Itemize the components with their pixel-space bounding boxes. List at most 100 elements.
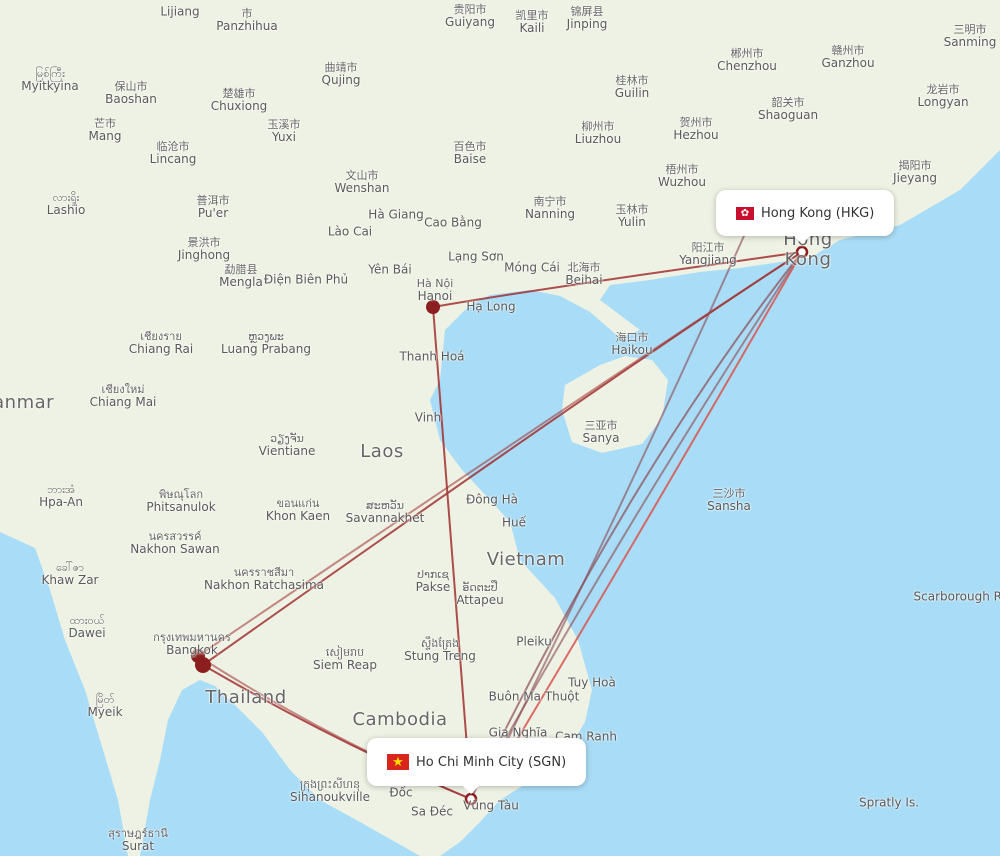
- flight-route[interactable]: [504, 251, 803, 761]
- place-label: Đốc: [389, 785, 413, 800]
- place-name: Hezhou: [673, 128, 719, 142]
- place-label: မြိတ် Myeik: [87, 693, 122, 719]
- origin-popup[interactable]: ✿ Hong Kong (HKG): [716, 190, 895, 244]
- place-name: Pu'er: [197, 206, 229, 220]
- place-label: ស្ទឹងត្រែង Stung Treng: [404, 637, 476, 663]
- place-label: 贵阳市 Guiyang: [445, 3, 495, 29]
- place-name: Nanning: [524, 207, 576, 221]
- place-name: Pakse: [415, 580, 451, 594]
- place-name: Vũng Tàu: [463, 798, 519, 813]
- place-name: Ganzhou: [821, 56, 875, 70]
- place-name: Sanya: [582, 431, 620, 445]
- place-label: Điện Biên Phủ: [264, 273, 348, 287]
- place-label: Pleiku: [516, 634, 552, 649]
- place-name: Dawei: [68, 626, 106, 640]
- place-name: Yangjiang: [679, 253, 737, 267]
- place-label: 龙岩市 Longyan: [917, 83, 968, 109]
- country-label: Thailand: [205, 687, 287, 708]
- place-name: Pleiku: [516, 634, 552, 649]
- place-name: Luang Prabang: [221, 342, 311, 356]
- place-label: ขอนแก่น Khon Kaen: [266, 497, 330, 523]
- place-label: 梧州市 Wuzhou: [658, 163, 706, 189]
- place-name: Vinh: [414, 410, 442, 425]
- place-name: Panzhihua: [216, 19, 278, 33]
- place-name: Myitkyina: [21, 79, 79, 93]
- place-name: Spratly Is.: [858, 795, 920, 810]
- place-name: Đông Hà: [465, 492, 519, 507]
- place-name: Khon Kaen: [265, 509, 331, 523]
- place-name: Longyan: [917, 95, 969, 109]
- hong-kong-flag-icon: ✿: [736, 206, 754, 220]
- place-label: ຫຼວງພະ Luang Prabang: [221, 330, 311, 356]
- place-label: พิษณุโลก Phitsanulok: [146, 488, 215, 514]
- place-name: Jieyang: [893, 171, 937, 185]
- place-name: Scarborough Reef: [913, 589, 1000, 604]
- place-name: Lijiang: [160, 4, 200, 19]
- place-name: Thanh Hoá: [399, 349, 465, 364]
- place-name: Chiang Rai: [128, 342, 194, 356]
- place-name: Baise: [453, 152, 487, 166]
- place-name: Cao Bằng: [424, 215, 482, 230]
- place-name: Savannakhet: [345, 511, 425, 525]
- place-name: Shaoguan: [757, 108, 819, 122]
- place-label: សៀមរាប Siem Reap: [313, 646, 377, 672]
- place-name: Nakhon Ratchasima: [204, 578, 324, 592]
- place-label: 三沙市 Sansha: [707, 487, 751, 513]
- place-name: Hà Giang: [368, 207, 424, 222]
- place-label: 楚雄市 Chuxiong: [211, 87, 268, 113]
- destination-popup[interactable]: ★ Ho Chi Minh City (SGN): [367, 738, 587, 794]
- place-name: Bangkok: [166, 643, 218, 657]
- origin-label: Hong Kong (HKG): [761, 205, 875, 221]
- place-name: Lincang: [149, 152, 197, 166]
- place-name: Siem Reap: [313, 658, 377, 672]
- place-label: 曲靖市 Qujing: [322, 61, 361, 87]
- place-name: Baoshan: [105, 92, 157, 106]
- place-label: 市 Panzhihua: [216, 7, 277, 33]
- place-label: ခေါ်ဇာ Khaw Zar: [42, 561, 99, 587]
- place-name: Yulin: [618, 215, 646, 229]
- place-label: ອັດຕະປື Attapeu: [456, 581, 503, 607]
- place-label: Scarborough Reef: [913, 589, 1000, 604]
- place-label: Hà Giang: [368, 207, 424, 222]
- place-label: ក្រុងព្រះសីហនុ Sihanoukville: [290, 778, 370, 804]
- place-label: ສະຫວັນ Savannakhet: [346, 499, 425, 525]
- country-label: Cambodia: [352, 709, 448, 730]
- place-label: ປາກເຊ Pakse: [416, 568, 451, 594]
- place-name: Lashio: [46, 203, 86, 217]
- place-label: 揭阳市 Jieyang: [893, 159, 937, 185]
- destination-label: Ho Chi Minh City (SGN): [416, 754, 567, 770]
- place-name: Buôn Ma Thuột: [488, 689, 580, 704]
- place-label: Yên Bái: [368, 263, 411, 277]
- place-label: Buôn Ma Thuột: [488, 689, 580, 704]
- place-name: Chenzhou: [717, 59, 777, 73]
- place-label: Hà Nội Hanoi: [417, 277, 454, 303]
- place-name: Phitsanulok: [146, 500, 216, 514]
- place-label: สุราษฎร์ธานี Surat: [108, 827, 168, 853]
- place-label: 芒市 Mang: [89, 117, 122, 143]
- place-name: Huế: [501, 515, 527, 530]
- place-label: 锦屏县 Jinping: [567, 5, 608, 31]
- place-name: Jinping: [566, 17, 608, 31]
- place-label: 贺州市 Hezhou: [673, 116, 718, 142]
- place-name: Mang: [88, 129, 122, 143]
- bangkok-airport-marker[interactable]: [195, 657, 211, 673]
- place-label: 百色市 Baise: [454, 140, 487, 166]
- vietnam-flag-icon: ★: [387, 754, 409, 770]
- place-name: Beihai: [565, 273, 603, 287]
- place-label: Lijiang: [160, 4, 200, 19]
- place-name: Đốc: [389, 785, 413, 800]
- place-name: Myeik: [87, 705, 123, 719]
- place-label: ວຽງຈັນ Vientiane: [259, 432, 316, 458]
- place-name: Kaili: [519, 21, 545, 35]
- place-name: Chuxiong: [210, 99, 268, 113]
- place-name: Wenshan: [334, 181, 390, 195]
- place-label: 保山市 Baoshan: [105, 80, 157, 106]
- place-label: นครราชสีมา Nakhon Ratchasima: [204, 566, 324, 592]
- place-name: Guiyang: [445, 15, 495, 29]
- place-label: Móng Cái: [504, 261, 560, 275]
- place-name: Mengla: [219, 275, 263, 289]
- place-name: Jinghong: [177, 248, 231, 262]
- place-name: Hpa-An: [39, 495, 83, 509]
- place-label: 海口市 Haikou: [611, 331, 652, 357]
- place-label: Thanh Hoá: [399, 349, 465, 364]
